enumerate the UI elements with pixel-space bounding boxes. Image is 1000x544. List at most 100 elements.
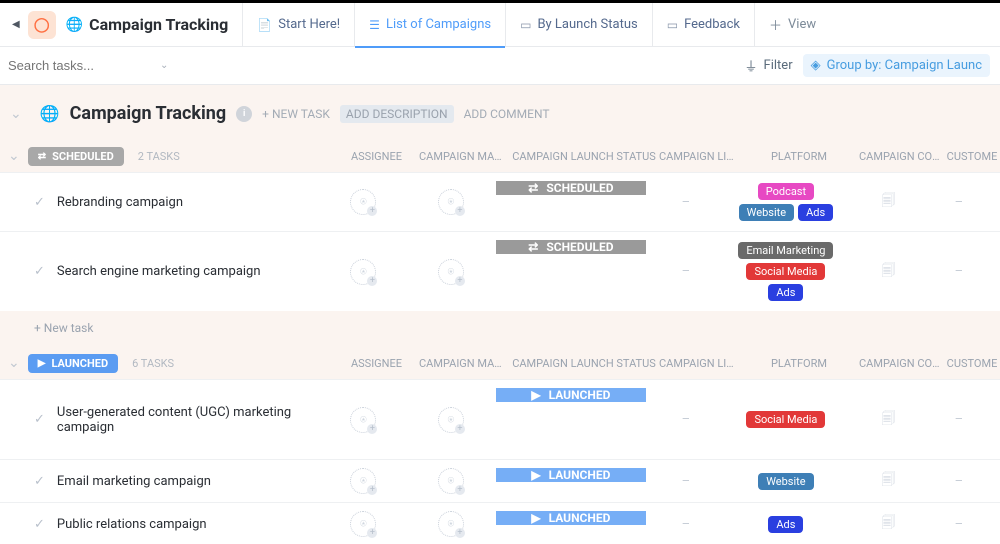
manager-add[interactable]: ⍟ <box>438 189 464 215</box>
copy-icon[interactable]: 🗐 <box>881 512 895 536</box>
assignee-add[interactable]: ⍟ <box>350 407 376 433</box>
groupby-button[interactable]: ◈Group by: Campaign Launc <box>803 54 990 77</box>
add-view-button[interactable]: ＋View <box>754 3 830 47</box>
check-icon[interactable]: ✓ <box>34 195 45 210</box>
platform-tag[interactable]: Email Marketing <box>738 242 833 259</box>
new-task-inline[interactable]: + New task <box>0 311 1000 341</box>
chevron-down-icon[interactable]: ⌄ <box>8 355 20 371</box>
platform-tags: Podcast WebsiteAds <box>726 181 846 223</box>
task-name[interactable]: Search engine marketing campaign <box>57 264 321 279</box>
platform-tag[interactable]: Website <box>739 204 794 221</box>
page-header: ⌄ 🌐 Campaign Tracking i + NEW TASK ADD D… <box>0 85 1000 134</box>
col-status: CAMPAIGN LAUNCH STATUS <box>509 150 659 163</box>
manager-add[interactable]: ⍟ <box>438 259 464 285</box>
status-pill[interactable]: ▶LAUNCHED <box>28 354 118 373</box>
col-customer: CUSTOME <box>944 150 1000 163</box>
filter-icon: ⏚ <box>745 56 758 75</box>
check-icon[interactable]: ✓ <box>34 517 45 532</box>
status-cell[interactable]: ▶LAUNCHED <box>496 388 646 402</box>
check-icon[interactable]: ✓ <box>34 412 45 427</box>
copy-icon[interactable]: 🗐 <box>881 190 895 214</box>
tab-by-launch-status[interactable]: ▭By Launch Status <box>505 3 652 47</box>
platform-tags: Email Marketing Social Media Ads <box>726 240 846 303</box>
copy-icon[interactable]: 🗐 <box>881 469 895 493</box>
empty-dash: – <box>682 412 691 427</box>
status-icon: ▶ <box>531 468 540 482</box>
group-header: ⌄⇄SCHEDULED2 TASKSASSIGNEECAMPAIGN MANA.… <box>0 140 1000 172</box>
status-cell[interactable]: ▶LAUNCHED <box>496 511 646 525</box>
status-cell[interactable]: ▶ LAUNCHED <box>496 468 646 482</box>
info-icon[interactable]: i <box>236 106 252 122</box>
task-name[interactable]: Rebranding campaign <box>57 195 321 210</box>
status-cell[interactable]: ⇄SCHEDULED <box>496 240 646 254</box>
platform-tags: Social Media <box>742 409 829 430</box>
platform-tag[interactable]: Ads <box>768 284 803 301</box>
list-toolbar: ⌄ ⏚Filter ◈Group by: Campaign Launc <box>0 47 1000 85</box>
task-row[interactable]: ✓ Rebranding campaign ⍟ ⍟ ⇄SCHEDULED – Podcast… <box>0 172 1000 231</box>
status-cell-label: SCHEDULED <box>546 240 613 254</box>
status-cell-label: LAUNCHED <box>549 468 611 482</box>
platform-tags: Ads <box>764 514 807 535</box>
status-cell[interactable]: ⇄SCHEDULED <box>496 181 646 195</box>
task-row[interactable]: ✓ Email marketing campaign ⍟ ⍟ ▶ LAUNCHED – Web… <box>0 459 1000 502</box>
page-body: ⌄ 🌐 Campaign Tracking i + NEW TASK ADD D… <box>0 85 1000 544</box>
chevron-down-icon[interactable]: ⌄ <box>160 60 168 71</box>
platform-tag[interactable]: Podcast <box>758 183 814 200</box>
task-name[interactable]: Public relations campaign <box>57 517 321 532</box>
assignee-add[interactable]: ⍟ <box>350 468 376 494</box>
space-logo[interactable]: ◯ <box>28 11 56 39</box>
status-cell-label: LAUNCHED <box>549 511 611 525</box>
status-icon: ▶ <box>531 388 540 402</box>
manager-add[interactable]: ⍟ <box>438 407 464 433</box>
status-icon: ⇄ <box>528 181 538 195</box>
empty-dash: – <box>955 195 964 210</box>
task-row[interactable]: ✓ Search engine marketing campaign ⍟ ⍟ ⇄SCHE… <box>0 231 1000 311</box>
filter-button[interactable]: ⏚Filter <box>735 52 803 79</box>
col-manager: CAMPAIGN MANA... <box>419 150 509 163</box>
collapse-icon[interactable]: ⌄ <box>10 106 22 122</box>
check-icon[interactable]: ✓ <box>34 474 45 489</box>
add-description-button[interactable]: ADD DESCRIPTION <box>340 105 454 123</box>
empty-dash: – <box>955 474 964 489</box>
task-row[interactable]: ✓Public relations campaign⍟⍟▶LAUNCHED–Ad… <box>0 502 1000 544</box>
col-assignee: ASSIGNEE <box>334 150 419 163</box>
platform-tag[interactable]: Website <box>758 473 813 490</box>
task-name[interactable]: Email marketing campaign <box>57 474 321 489</box>
doc-icon: 📄 <box>257 18 272 32</box>
manager-add[interactable]: ⍟ <box>438 511 464 537</box>
tab-feedback[interactable]: ▭Feedback <box>652 3 754 47</box>
platform-tag[interactable]: Ads <box>768 516 803 533</box>
copy-icon[interactable]: 🗐 <box>881 408 895 432</box>
empty-dash: – <box>955 264 964 279</box>
task-count: 6 TASKS <box>132 357 174 370</box>
empty-dash: – <box>955 412 964 427</box>
tab-list-of-campaigns[interactable]: ☰List of Campaigns <box>354 3 505 47</box>
task-name[interactable]: User-generated content (UGC) marketing c… <box>57 405 321 435</box>
board-icon: ▭ <box>667 18 678 32</box>
col-copy: CAMPAIGN COPY <box>859 150 944 163</box>
tab-start-here[interactable]: 📄Start Here! <box>242 3 354 47</box>
add-comment-button[interactable]: ADD COMMENT <box>464 107 550 121</box>
assignee-add[interactable]: ⍟ <box>350 511 376 537</box>
platform-tag[interactable]: Social Media <box>746 411 825 428</box>
status-pill-label: SCHEDULED <box>52 150 114 163</box>
platform-tag[interactable]: Social Media <box>746 263 825 280</box>
platform-tag[interactable]: Ads <box>798 204 833 221</box>
board-icon: ▭ <box>520 18 531 32</box>
copy-icon[interactable]: 🗐 <box>881 260 895 284</box>
group-launched: ⌄▶LAUNCHED6 TASKSASSIGNEECAMPAIGN MANA..… <box>0 347 1000 544</box>
check-icon[interactable]: ✓ <box>34 264 45 279</box>
search-input[interactable] <box>4 52 154 79</box>
chevron-down-icon[interactable]: ⌄ <box>8 148 20 164</box>
plus-icon: ＋ <box>769 15 782 34</box>
status-pill[interactable]: ⇄SCHEDULED <box>28 147 124 166</box>
back-caret-icon[interactable]: ◀ <box>8 19 24 30</box>
col-platform: PLATFORM <box>739 357 859 370</box>
breadcrumb-title[interactable]: Campaign Tracking <box>89 15 228 34</box>
manager-add[interactable]: ⍟ <box>438 468 464 494</box>
assignee-add[interactable]: ⍟ <box>350 189 376 215</box>
group-icon: ◈ <box>811 58 821 73</box>
new-task-button[interactable]: + NEW TASK <box>262 107 330 121</box>
task-row[interactable]: ✓ User-generated content (UGC) marketing … <box>0 379 1000 459</box>
assignee-add[interactable]: ⍟ <box>350 259 376 285</box>
